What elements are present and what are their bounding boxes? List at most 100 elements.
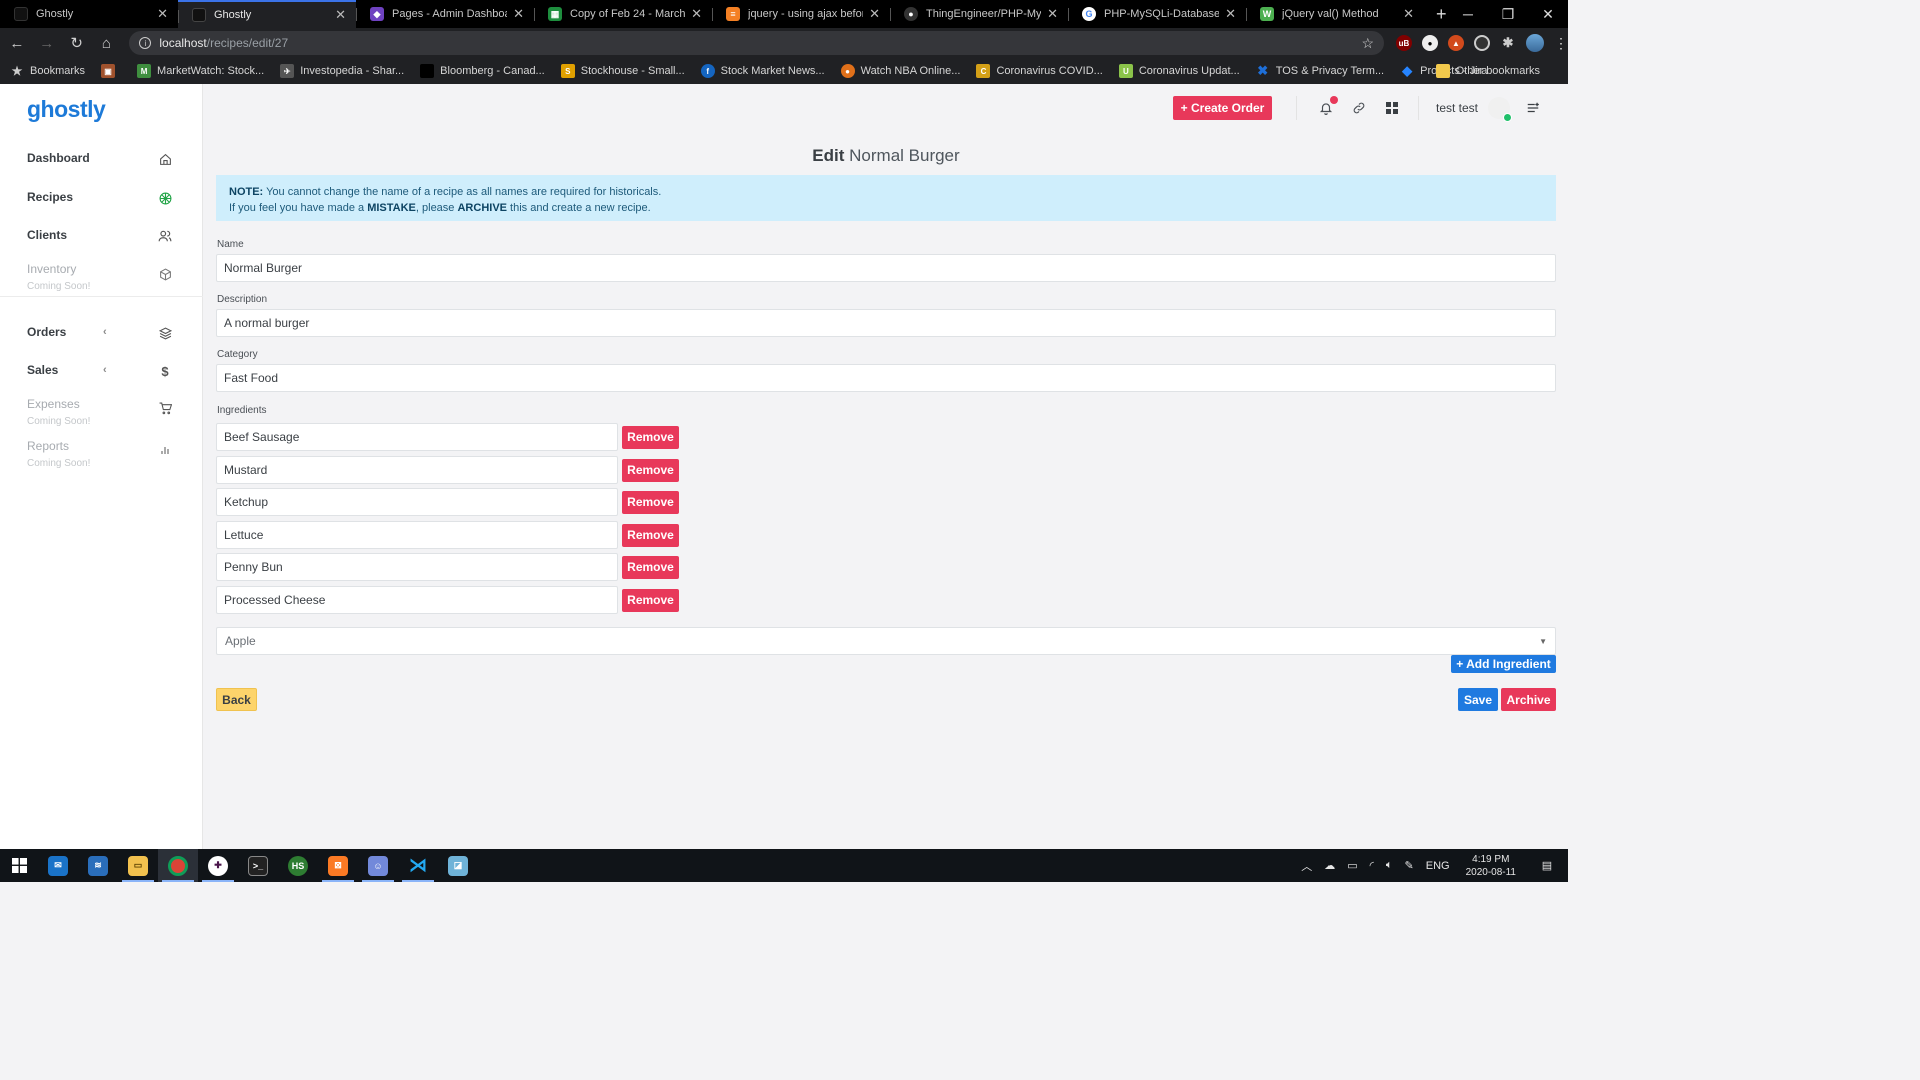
site-info-icon[interactable]: i [139,37,152,49]
remove-ingredient-button[interactable]: Remove [622,425,679,449]
back-arrow-icon[interactable]: ← [4,30,30,56]
apps-grid-icon[interactable] [1383,99,1401,117]
taskbar-app-icon[interactable]: ◪ [438,849,478,882]
ingredient-field[interactable]: Mustard [216,456,618,484]
restore-icon[interactable]: ❐ [1488,0,1528,28]
archive-button[interactable]: Archive [1501,688,1556,711]
bell-icon[interactable] [1317,96,1338,117]
bookmark-item[interactable]: ★ Bookmarks [10,64,85,78]
onedrive-cloud-icon[interactable]: ☁ [1324,859,1335,872]
windows-start-icon[interactable] [0,849,38,882]
bookmark-item[interactable]: C Coronavirus COVID... [976,64,1103,78]
ingredient-field[interactable]: Ketchup [216,488,618,516]
sidebar-item-sales[interactable]: Sales ‹ $ [27,363,177,379]
forward-arrow-icon[interactable]: → [34,30,60,56]
puzzle-extensions-icon[interactable]: ✱ [1500,35,1516,51]
bookmark-item[interactable]: U Coronavirus Updat... [1118,64,1240,78]
name-field[interactable]: Normal Burger [216,254,1556,282]
hs-app-icon[interactable]: HS [278,849,318,882]
remove-ingredient-button[interactable]: Remove [622,555,679,579]
user-name[interactable]: test test [1436,101,1478,115]
settings-sliders-icon[interactable] [1524,99,1542,117]
close-window-icon[interactable]: ✕ [1528,0,1568,28]
xampp-icon[interactable]: ⊠ [318,849,358,882]
sidebar-item-orders[interactable]: Orders ‹ [27,325,177,340]
remove-ingredient-button[interactable]: Remove [622,523,679,547]
discord-icon[interactable]: ☺ [358,849,398,882]
bookmark-item[interactable]: S Stockhouse - Small... [560,64,685,78]
extension-icon[interactable] [1474,35,1490,51]
language-indicator[interactable]: ENG [1426,860,1450,872]
close-tab-icon[interactable]: ✕ [1047,6,1058,22]
close-tab-icon[interactable]: ✕ [869,6,880,22]
save-button[interactable]: Save [1458,688,1498,711]
extension-icon[interactable]: ▲ [1448,35,1464,51]
vscode-icon[interactable]: ⋊ [398,849,438,882]
avatar[interactable] [1488,97,1513,122]
close-tab-icon[interactable]: ✕ [513,6,524,22]
slack-icon[interactable]: ✚ [198,849,238,882]
sidebar-item-clients[interactable]: Clients [27,228,177,242]
browser-tab[interactable]: ▦ Copy of Feb 24 - March 1 - ✕ [534,0,712,28]
bookmark-item[interactable]: f Stock Market News... [700,64,825,78]
close-tab-icon[interactable]: ✕ [157,6,168,22]
bookmark-item[interactable]: M MarketWatch: Stock... [137,64,264,78]
volume-icon[interactable]: 🔈︎ [1386,859,1393,872]
new-tab-icon[interactable]: + [1436,0,1447,28]
app-logo[interactable]: ghostly [27,96,106,123]
bookmark-item[interactable]: Bloomberg - Canad... [420,64,545,78]
chrome-icon[interactable] [158,849,198,882]
other-bookmarks[interactable]: Other bookmarks [1435,64,1540,78]
bookmark-item[interactable]: ▣ [101,64,121,78]
remove-ingredient-button[interactable]: Remove [622,458,679,482]
create-order-button[interactable]: + Create Order [1173,96,1272,120]
browser-tab-active[interactable]: Ghostly ✕ [178,0,356,28]
bookmark-item[interactable]: ✈ Investopedia - Shar... [280,64,404,78]
action-center-icon[interactable]: ▤ [1532,859,1562,872]
close-tab-icon[interactable]: ✕ [335,7,346,23]
browser-tab[interactable]: ◆ Pages - Admin Dashboard ✕ [356,0,534,28]
bookmark-item[interactable]: ● Watch NBA Online... [840,64,960,78]
file-explorer-icon[interactable]: ▭ [118,849,158,882]
browser-tab[interactable]: G PHP-MySQLi-Database-Cla ✕ [1068,0,1246,28]
remove-ingredient-button[interactable]: Remove [622,490,679,514]
ingredient-field[interactable]: Beef Sausage [216,423,618,451]
pen-icon[interactable]: ✎ [1405,859,1414,872]
add-ingredient-button[interactable]: + Add Ingredient [1451,655,1556,673]
terminal-icon[interactable]: >_ [238,849,278,882]
wifi-icon[interactable]: ◜ [1370,859,1374,872]
bookmark-item[interactable]: ✖ TOS & Privacy Term... [1256,63,1384,78]
sidebar-item-dashboard[interactable]: Dashboard [27,151,177,165]
sidebar-item-recipes[interactable]: Recipes [27,190,177,204]
battery-icon[interactable]: ▭ [1347,859,1357,872]
browser-tab[interactable]: ≡ jquery - using ajax beforeSe ✕ [712,0,890,28]
url-input[interactable]: i localhost/recipes/edit/27 ☆ [129,31,1384,55]
browser-tab[interactable]: ● ThingEngineer/PHP-MySQL ✕ [890,0,1068,28]
bookmark-star-icon[interactable]: ☆ [1361,35,1374,52]
close-tab-icon[interactable]: ✕ [1225,6,1236,22]
minimize-icon[interactable]: ─ [1448,0,1488,28]
link-icon[interactable] [1350,99,1368,117]
close-tab-icon[interactable]: ✕ [1403,6,1414,22]
home-browser-icon[interactable]: ⌂ [94,30,120,56]
clock[interactable]: 4:19 PM 2020-08-11 [1466,853,1516,879]
ublock-extension-icon[interactable]: uB [1396,35,1412,51]
profile-avatar-icon[interactable] [1526,34,1544,52]
description-field[interactable]: A normal burger [216,309,1556,337]
browser-menu-icon[interactable]: ⋮ [1554,35,1568,52]
reload-icon[interactable]: ↻ [64,30,90,56]
back-button[interactable]: Back [216,688,257,711]
extension-icon[interactable]: ● [1422,35,1438,51]
remove-ingredient-button[interactable]: Remove [622,588,679,612]
ingredient-field[interactable]: Processed Cheese [216,586,618,614]
ingredient-field[interactable]: Penny Bun [216,553,618,581]
ingredient-field[interactable]: Lettuce [216,521,618,549]
close-tab-icon[interactable]: ✕ [691,6,702,22]
ingredient-select[interactable]: Apple ▼ [216,627,1556,655]
taskbar-app-icon[interactable]: ≋ [78,849,118,882]
mail-app-icon[interactable]: ✉ [38,849,78,882]
browser-tab[interactable]: Ghostly ✕ [0,0,178,28]
browser-tab[interactable]: WjQuery val() Method ✕ [1246,0,1424,28]
chevron-up-icon[interactable]: ︿ [1301,858,1312,874]
category-field[interactable]: Fast Food [216,364,1556,392]
